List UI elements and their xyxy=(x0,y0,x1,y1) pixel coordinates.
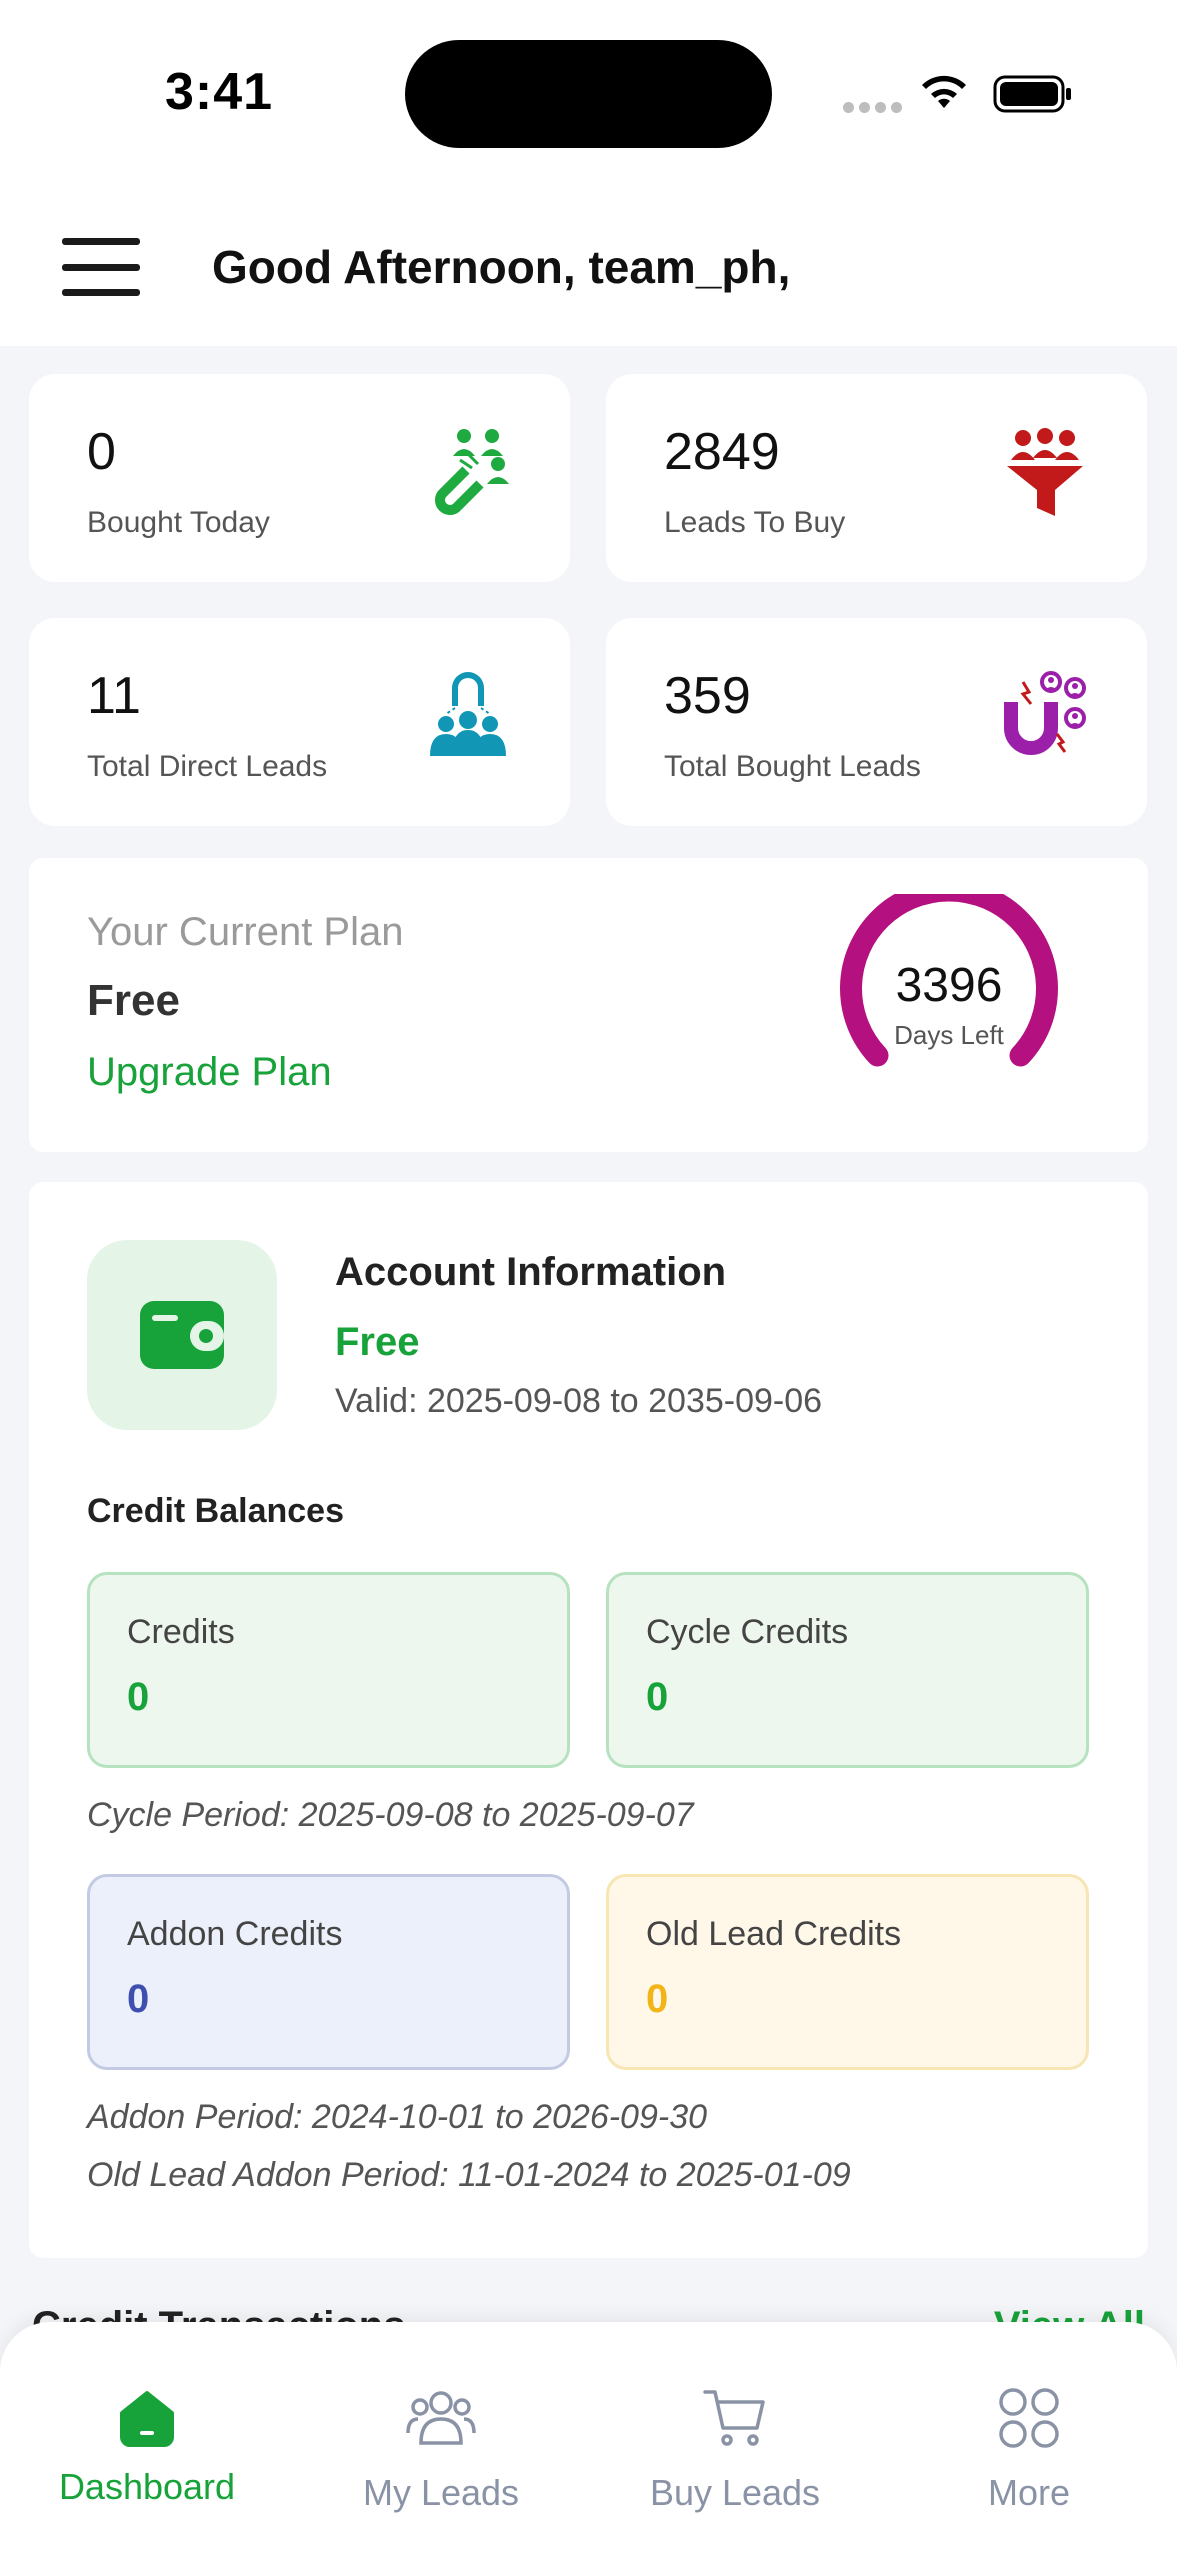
nav-more[interactable]: More xyxy=(909,2378,1149,2514)
stat-value: 359 xyxy=(664,667,751,725)
credit-balances-title: Credit Balances xyxy=(87,1492,344,1530)
cycle-credits-box: Cycle Credits 0 xyxy=(606,1572,1089,1768)
wallet-icon xyxy=(140,1301,224,1369)
stat-label: Total Bought Leads xyxy=(664,750,921,783)
nav-label: My Leads xyxy=(362,2472,520,2513)
nav-buy-leads[interactable]: Buy Leads xyxy=(615,2378,855,2514)
stat-label: Bought Today xyxy=(87,506,270,539)
dynamic-island xyxy=(405,40,772,148)
wallet-icon-container xyxy=(87,1240,277,1430)
home-icon xyxy=(120,2391,174,2447)
users-icon xyxy=(406,2391,476,2445)
stat-value: 11 xyxy=(87,667,141,725)
stat-card-bought-today[interactable]: 0 Bought Today xyxy=(29,374,570,582)
account-info-title: Account Information xyxy=(335,1250,727,1294)
cycle-credits-value: 0 xyxy=(646,1675,669,1719)
magnet-leads-icon xyxy=(1004,671,1086,755)
stat-value: 2849 xyxy=(664,423,780,481)
cycle-period-text: Cycle Period: 2025-09-08 to 2025-09-07 xyxy=(87,1796,694,1834)
cart-icon xyxy=(703,2390,765,2446)
account-plan-name: Free xyxy=(335,1320,420,1364)
old-lead-credits-value: 0 xyxy=(646,1977,669,2021)
hamburger-menu-icon[interactable] xyxy=(62,238,140,296)
addon-credits-label: Addon Credits xyxy=(127,1915,343,1953)
days-left-value: 3396 xyxy=(895,959,1003,1012)
current-plan-card: Your Current Plan Free Upgrade Plan 3396… xyxy=(29,858,1148,1152)
battery-icon xyxy=(993,75,1071,113)
stat-card-total-direct-leads[interactable]: 11 Total Direct Leads xyxy=(29,618,570,826)
stat-card-total-bought-leads[interactable]: 359 Total Bought Leads xyxy=(606,618,1147,826)
upgrade-plan-link[interactable]: Upgrade Plan xyxy=(87,1050,332,1095)
stat-label: Leads To Buy xyxy=(664,506,846,539)
greeting-text: Good Afternoon, team_ph, xyxy=(212,241,791,293)
stat-value: 0 xyxy=(87,423,116,481)
bottom-navigation: Dashboard My Leads Buy Leads More xyxy=(0,2322,1177,2560)
plan-name: Free xyxy=(87,976,180,1025)
account-validity: Valid: 2025-09-08 to 2035-09-06 xyxy=(335,1382,823,1420)
old-lead-addon-period-text: Old Lead Addon Period: 11-01-2024 to 202… xyxy=(87,2156,851,2194)
stat-card-leads-to-buy[interactable]: 2849 Leads To Buy xyxy=(606,374,1147,582)
addon-period-text: Addon Period: 2024-10-01 to 2026-09-30 xyxy=(87,2098,708,2136)
people-funnel-icon xyxy=(1007,428,1083,516)
credits-label: Credits xyxy=(127,1613,235,1651)
cycle-credits-label: Cycle Credits xyxy=(646,1613,849,1651)
stat-label: Total Direct Leads xyxy=(87,750,328,783)
nav-label: Buy Leads xyxy=(649,2472,821,2513)
status-bar: 3:41 xyxy=(0,0,1177,190)
magnet-people-icon xyxy=(435,429,509,515)
nav-label: Dashboard xyxy=(58,2466,236,2507)
app-header: Good Afternoon, team_ph, xyxy=(0,190,1177,346)
old-lead-credits-label: Old Lead Credits xyxy=(646,1915,902,1953)
old-lead-credits-box: Old Lead Credits 0 xyxy=(606,1874,1089,2070)
grid-icon xyxy=(999,2388,1059,2448)
direct-leads-icon xyxy=(430,672,506,756)
credits-box: Credits 0 xyxy=(87,1572,570,1768)
addon-credits-value: 0 xyxy=(127,1977,150,2021)
status-time: 3:41 xyxy=(165,63,274,121)
nav-label: More xyxy=(987,2472,1071,2513)
nav-my-leads[interactable]: My Leads xyxy=(321,2378,561,2514)
credits-value: 0 xyxy=(127,1675,150,1719)
days-left-label: Days Left xyxy=(894,1020,1004,1050)
nav-dashboard[interactable]: Dashboard xyxy=(27,2378,267,2508)
addon-credits-box: Addon Credits 0 xyxy=(87,1874,570,2070)
cellular-signal-icon xyxy=(843,102,902,113)
plan-title: Your Current Plan xyxy=(87,910,404,954)
account-information-card: Account Information Free Valid: 2025-09-… xyxy=(29,1182,1148,2258)
wifi-icon xyxy=(922,75,966,108)
